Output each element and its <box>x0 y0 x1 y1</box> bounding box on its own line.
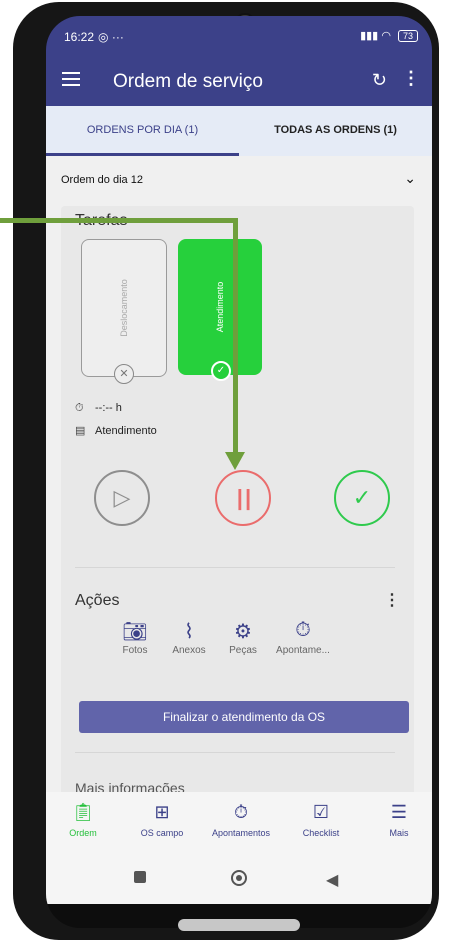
chevron-down-icon[interactable]: ⌄ <box>404 170 416 187</box>
task-label: Atendimento <box>215 281 225 333</box>
content-area: Ordem do dia 12 ⌄ Tarefas Deslocamento ✕… <box>46 156 432 792</box>
nav-os-campo[interactable]: ⊞ OS campo <box>127 802 197 838</box>
paperclip-icon: ⌇ <box>184 621 194 643</box>
action-pecas[interactable]: ⚙ Peças <box>213 619 273 656</box>
status-icons: ▮▮▮ ◠ 73 <box>360 29 418 42</box>
nav-ordem[interactable]: 📋︎ Ordem <box>48 802 118 838</box>
pause-button[interactable]: | | <box>215 470 271 526</box>
page-title: Ordem de serviço <box>113 71 263 92</box>
checklist-icon: ☑ <box>312 802 330 822</box>
refresh-icon[interactable]: ↻ <box>372 70 387 91</box>
play-button[interactable]: ▷ <box>94 470 150 526</box>
status-time: 16:22 ◎ ··· <box>64 30 124 44</box>
check-icon: ✓ <box>352 485 372 510</box>
annotation-arrow-horizontal <box>0 218 237 223</box>
home-indicator-pill <box>178 919 300 931</box>
menu-icon: ☰ <box>390 802 408 822</box>
complete-button[interactable]: ✓ <box>334 470 390 526</box>
play-icon: ▷ <box>113 485 131 510</box>
clipboard-icon: 📋︎ <box>71 802 95 822</box>
phone-screen: 16:22 ◎ ··· ▮▮▮ ◠ 73 Ordem de serviço ↻ ⋮… <box>46 16 432 928</box>
timer-icon: ⏱ <box>295 619 311 641</box>
close-icon: ✕ <box>114 364 134 384</box>
annotation-arrow-vertical <box>233 218 238 454</box>
task-card-atendimento[interactable]: Atendimento ✓ <box>178 239 262 381</box>
stopwatch-icon: ⏱ <box>233 802 249 822</box>
nav-checklist[interactable]: ☑ Checklist <box>286 802 356 838</box>
action-fotos[interactable]: 📷︎ Fotos <box>105 619 165 656</box>
divider <box>75 752 395 753</box>
signal-icon: ▮▮▮ <box>360 30 379 42</box>
whatsapp-notification-icon: ◎ ··· <box>98 30 124 44</box>
nav-apontamentos[interactable]: ⏱ Apontamentos <box>206 802 276 838</box>
recents-button[interactable] <box>134 870 146 888</box>
task-duration: ⏱ --:-- h <box>75 402 122 414</box>
clipboard-plus-icon: ⊞ <box>154 802 170 822</box>
status-bar: 16:22 ◎ ··· ▮▮▮ ◠ 73 <box>46 16 432 58</box>
wifi-icon: ◠ <box>381 30 391 42</box>
phone-frame: 16:22 ◎ ··· ▮▮▮ ◠ 73 Ordem de serviço ↻ ⋮… <box>13 2 439 940</box>
tab-bar: ORDENS POR DIA (1) TODAS AS ORDENS (1) <box>46 106 432 156</box>
order-section-label: Ordem do dia 12 <box>61 174 143 186</box>
menu-icon[interactable] <box>62 72 80 88</box>
home-button[interactable] <box>231 870 247 891</box>
annotation-arrow-head <box>225 452 245 470</box>
document-icon: ▤ <box>75 425 86 437</box>
more-vert-icon[interactable]: ⋮ <box>384 590 400 610</box>
tab-todas-as-ordens[interactable]: TODAS AS ORDENS (1) <box>239 124 432 136</box>
tab-ordens-por-dia[interactable]: ORDENS POR DIA (1) <box>46 124 239 136</box>
nav-mais[interactable]: ☰ Mais <box>364 802 432 838</box>
task-label: Deslocamento <box>119 279 129 337</box>
divider <box>75 567 395 568</box>
stopwatch-icon: ⏱ <box>75 402 84 414</box>
finalize-button[interactable]: Finalizar o atendimento da OS <box>79 701 409 733</box>
action-apontamentos[interactable]: ⏱ Apontame... <box>273 619 333 656</box>
camera-icon: 📷︎ <box>122 621 148 643</box>
battery-icon: 73 <box>397 30 418 42</box>
pause-icon: | | <box>236 485 252 510</box>
check-icon: ✓ <box>211 361 231 381</box>
parts-icon: ⚙ <box>234 621 252 643</box>
app-bar: Ordem de serviço ↻ ⋮ <box>46 58 432 106</box>
back-button[interactable]: ◀ <box>326 870 338 890</box>
bottom-nav: 📋︎ Ordem ⊞ OS campo ⏱ Apontamentos ☑ Che… <box>46 792 432 854</box>
actions-title: Ações <box>75 592 120 609</box>
order-section-header[interactable]: Ordem do dia 12 ⌄ <box>46 156 432 202</box>
system-nav-bar: ◀ <box>46 854 432 904</box>
current-task: ▤ Atendimento <box>75 425 157 437</box>
action-anexos[interactable]: ⌇ Anexos <box>159 619 219 656</box>
task-card-deslocamento[interactable]: Deslocamento ✕ <box>81 239 167 384</box>
more-vert-icon[interactable]: ⋮ <box>402 68 420 89</box>
more-info-header[interactable]: Mais informações <box>75 780 185 792</box>
